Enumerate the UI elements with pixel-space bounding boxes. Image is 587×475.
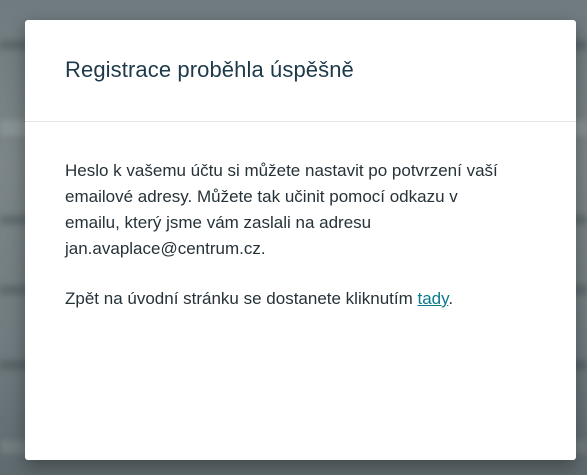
registration-success-dialog: Registrace proběhla úspěšně Heslo k vaše…: [25, 20, 576, 460]
dialog-header: Registrace proběhla úspěšně: [25, 20, 576, 122]
return-home-period: .: [448, 289, 454, 308]
password-info-text: Heslo k vašemu účtu si můžete nastavit p…: [65, 161, 498, 232]
return-home-paragraph: Zpět na úvodní stránku se dostanete klik…: [65, 286, 505, 312]
return-home-text: Zpět na úvodní stránku se dostanete klik…: [65, 289, 418, 308]
dialog-body: Heslo k vašemu účtu si můžete nastavit p…: [25, 122, 505, 312]
password-info-paragraph: Heslo k vašemu účtu si můžete nastavit p…: [65, 158, 505, 262]
dialog-title: Registrace proběhla úspěšně: [65, 57, 354, 82]
email-address: jan.avaplace@centrum.cz.: [65, 239, 266, 258]
home-link[interactable]: tady: [417, 289, 448, 308]
